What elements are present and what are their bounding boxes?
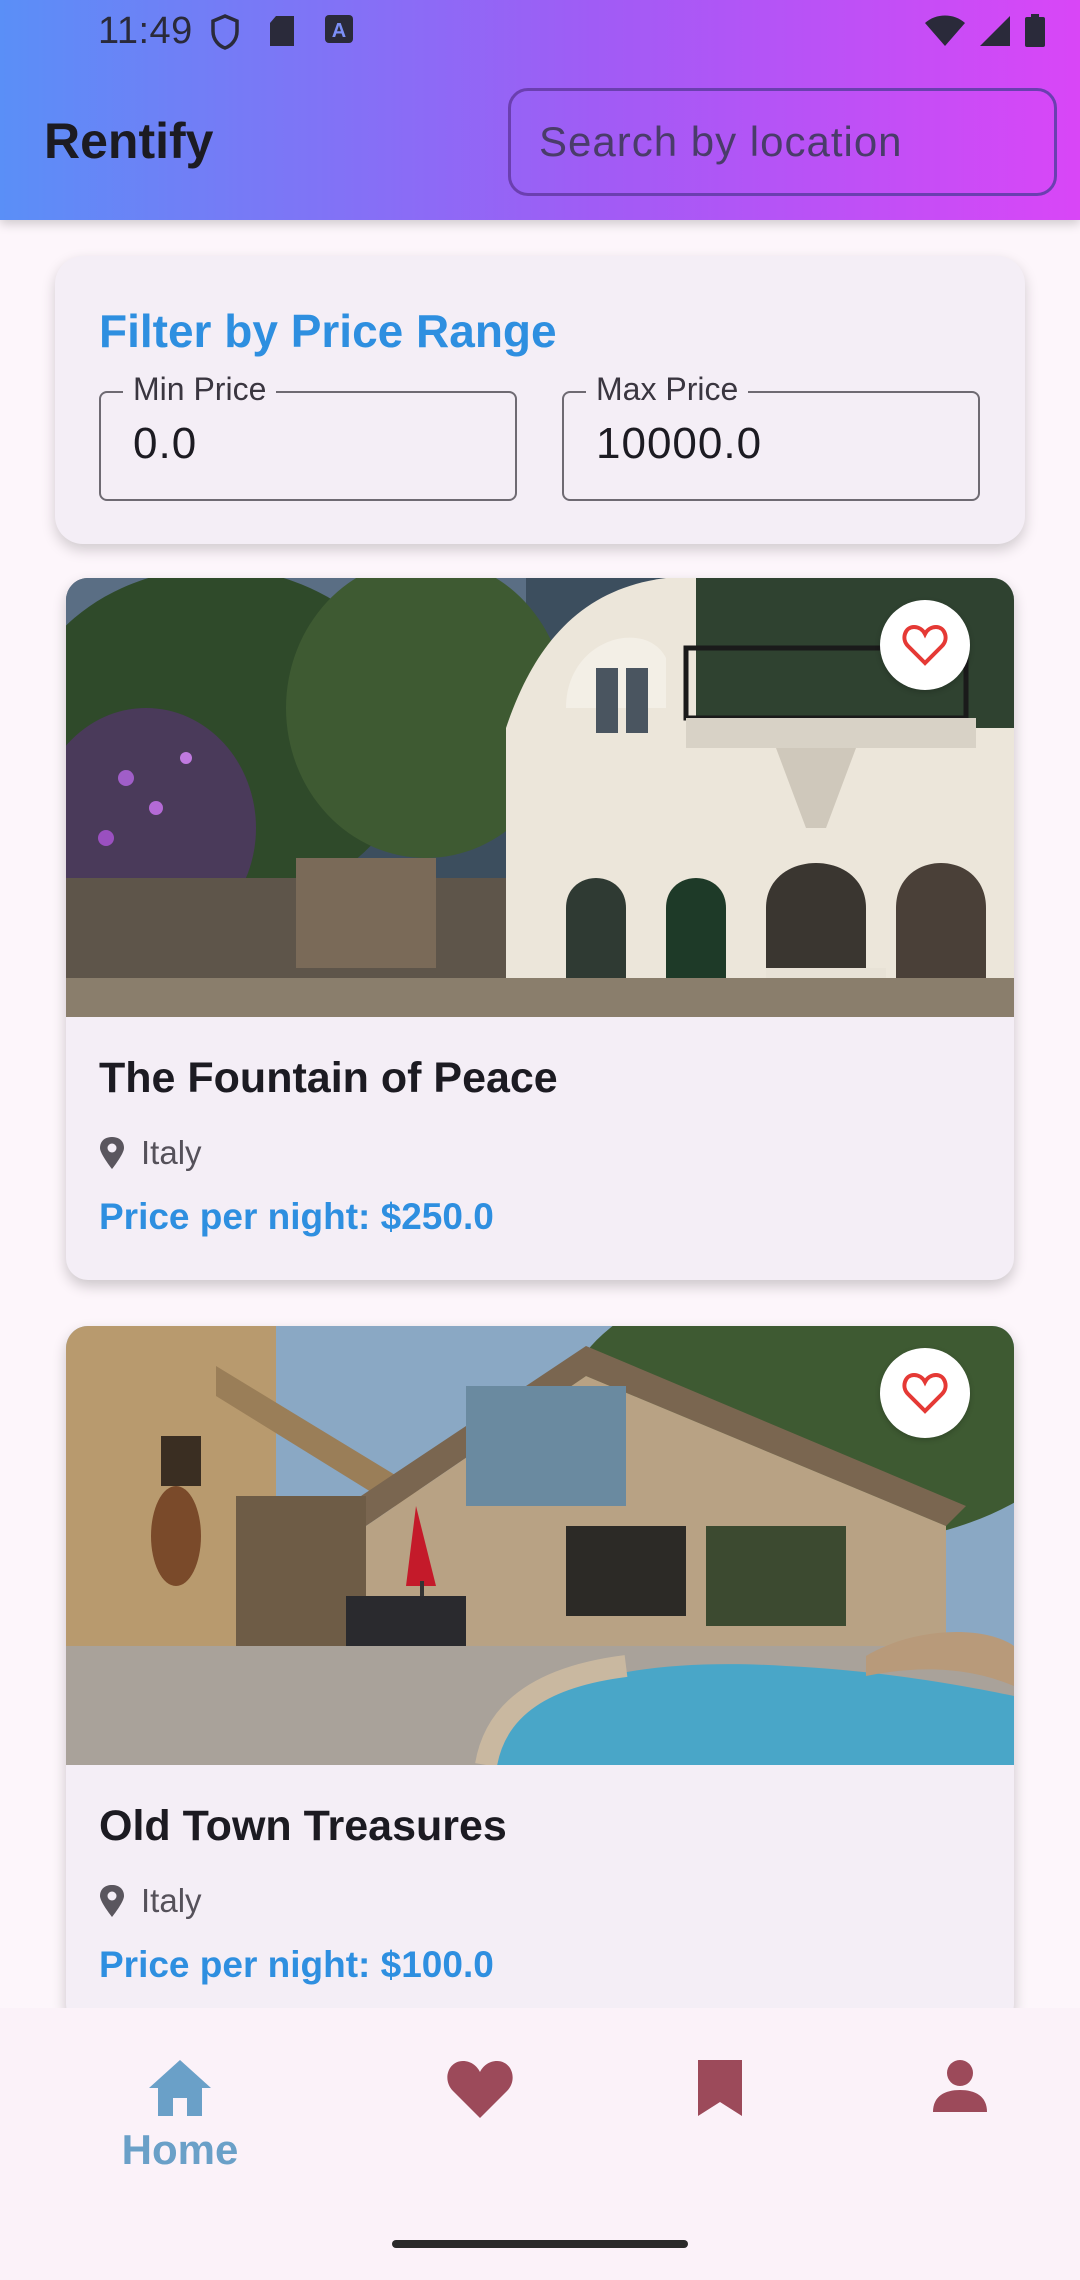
search-placeholder: Search by location: [539, 118, 903, 165]
min-price-label: Min Price: [123, 371, 277, 408]
max-price-field[interactable]: Max Price 10000.0: [562, 371, 980, 501]
listing-price: Price per night: $100.0: [99, 1944, 494, 1985]
app-bar: 11:49 A Rentify Search by location: [0, 0, 1080, 220]
status-icons-right: [924, 14, 1046, 48]
max-price-label: Max Price: [586, 371, 749, 408]
min-price-field[interactable]: Min Price 0.0: [99, 371, 517, 501]
listing-card[interactable]: The Fountain of Peace Italy Price per ni…: [66, 578, 1014, 1280]
nav-item-home[interactable]: Home: [100, 2058, 260, 2174]
nav-item-bookmarks[interactable]: [640, 2058, 800, 2118]
listing-card[interactable]: Old Town Treasures Italy Price per night…: [66, 1326, 1014, 2026]
shield-icon: [211, 14, 239, 50]
wifi-icon: [925, 15, 965, 46]
home-indicator: [392, 2240, 688, 2248]
heart-icon: [447, 2061, 513, 2118]
villa-photo: [66, 578, 1014, 1017]
max-price-value[interactable]: 10000.0: [596, 419, 762, 469]
listing-location: Italy: [99, 1134, 202, 1172]
location-pin-icon: [100, 1137, 124, 1169]
heart-outline-icon: [902, 1372, 948, 1414]
listing-photo[interactable]: [66, 578, 1014, 1017]
heart-outline-icon: [902, 624, 948, 666]
listing-name: The Fountain of Peace: [99, 1054, 558, 1102]
signal-icon: [980, 16, 1010, 46]
nav-item-favorites[interactable]: [400, 2058, 560, 2120]
pool-house-photo: [66, 1326, 1014, 1765]
sd-card-icon: [270, 16, 294, 46]
font-icon: A: [325, 15, 353, 43]
person-icon: [933, 2060, 987, 2112]
listing-location: Italy: [99, 1882, 202, 1920]
search-input[interactable]: Search by location: [508, 88, 1057, 196]
svg-text:A: A: [332, 20, 346, 42]
min-price-value[interactable]: 0.0: [133, 419, 197, 469]
listing-price: Price per night: $250.0: [99, 1196, 494, 1237]
status-icons-left: A: [210, 14, 354, 50]
listing-name: Old Town Treasures: [99, 1802, 507, 1850]
home-icon: [149, 2060, 211, 2116]
favorite-button[interactable]: [880, 1348, 970, 1438]
location-text: Italy: [141, 1882, 202, 1919]
battery-icon: [1025, 14, 1045, 47]
price-filter-card: Filter by Price Range Min Price 0.0 Max …: [55, 256, 1025, 544]
filter-title: Filter by Price Range: [99, 305, 557, 357]
location-pin-icon: [100, 1885, 124, 1917]
nav-item-profile[interactable]: [880, 2058, 1040, 2114]
listing-photo[interactable]: [66, 1326, 1014, 1765]
status-bar: 11:49 A: [0, 0, 1080, 66]
location-text: Italy: [141, 1134, 202, 1171]
status-time: 11:49: [98, 10, 193, 52]
favorite-button[interactable]: [880, 600, 970, 690]
nav-label-home: Home: [121, 2126, 239, 2173]
bookmark-icon: [698, 2060, 742, 2116]
app-title: Rentify: [44, 113, 214, 169]
